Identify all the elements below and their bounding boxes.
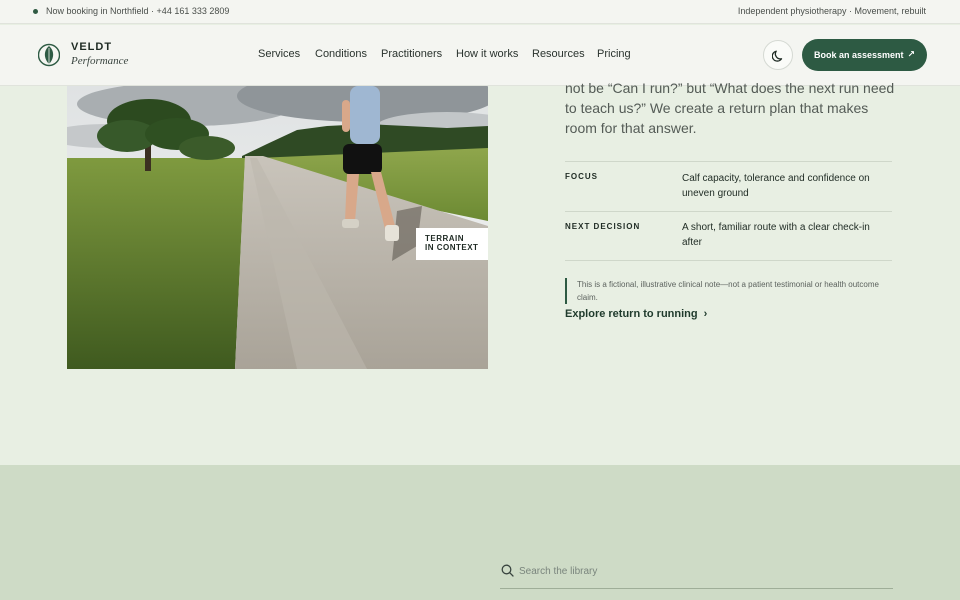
library-section (0, 465, 960, 600)
divider-1 (565, 161, 892, 162)
book-assessment-label: Book an assessment (814, 50, 904, 60)
booking-info: Now booking in Northfield · +44 161 333 … (46, 6, 230, 16)
nav-item-services[interactable]: Services (258, 48, 300, 60)
next-decision-value: A short, familiar route with a clear che… (682, 222, 870, 248)
nav-item-practitioners[interactable]: Practitioners (381, 48, 442, 60)
nav-item-conditions[interactable]: Conditions (315, 48, 367, 60)
arrow-up-right-icon: ↗ (907, 49, 915, 59)
brand-subtitle: Performance (71, 55, 129, 67)
terrain-tag-line2: IN CONTEXT (425, 243, 479, 252)
nav-item-pricing[interactable]: Pricing (597, 48, 631, 60)
explore-running-link[interactable]: Explore return to running › (565, 308, 707, 320)
story-lede: not be “Can I run?” but “What does the n… (565, 80, 895, 136)
explore-running-label: Explore return to running (565, 308, 698, 320)
status-dot-icon (33, 9, 38, 14)
theme-toggle-button[interactable] (763, 40, 793, 70)
terrain-tag-line1: TERRAIN (425, 234, 465, 243)
search-underline (500, 588, 893, 589)
focus-key: FOCUS (565, 172, 598, 181)
book-assessment-button[interactable]: Book an assessment ↗ (802, 39, 927, 71)
leaf-logo-icon[interactable] (38, 43, 60, 67)
divider-3 (565, 260, 892, 261)
disclaimer-note: This is a fictional, illustrative clinic… (565, 278, 885, 304)
terrain-tag: TERRAIN IN CONTEXT (416, 228, 488, 260)
divider-2 (565, 211, 892, 212)
nav-item-how-it-works[interactable]: How it works (456, 48, 518, 60)
brand-name[interactable]: VELDT (71, 41, 112, 53)
moon-icon (772, 50, 783, 62)
next-decision-key: NEXT DECISION (565, 222, 641, 231)
library-search-input[interactable] (519, 564, 879, 578)
search-icon (501, 564, 514, 577)
top-info-bar: Now booking in Northfield · +44 161 333 … (0, 0, 960, 24)
focus-value: Calf capacity, tolerance and confidence … (682, 173, 870, 199)
chevron-right-icon: › (703, 308, 708, 320)
topbar-tagline: Independent physiotherapy · Movement, re… (737, 6, 926, 16)
nav-item-resources[interactable]: Resources (532, 48, 585, 60)
